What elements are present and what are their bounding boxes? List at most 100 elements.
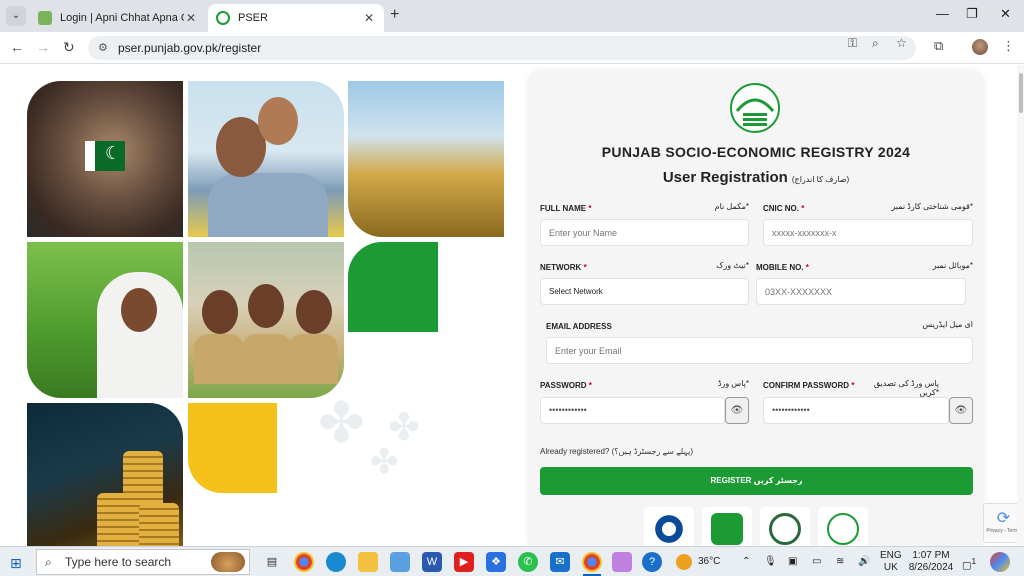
page-title: PUNJAB SOCIO-ECONOMIC REGISTRY 2024 (601, 144, 911, 160)
dropbox-icon[interactable]: ❖ (486, 552, 506, 572)
weather-temp[interactable]: 36°C (698, 556, 720, 567)
form-subtitle: User Registration (صارف کا اندراج) (529, 169, 983, 186)
close-tab-icon[interactable]: ✕ (184, 11, 198, 25)
wifi-icon[interactable]: ≋ (836, 556, 844, 567)
notification-icon[interactable]: ▢1 (962, 556, 976, 571)
extensions-icon[interactable]: ⧉ (934, 38, 943, 54)
flower-decor-icon: ✤ (318, 391, 365, 454)
windows-start-icon[interactable]: ⊞ (10, 555, 22, 572)
search-highlight-dog-icon (211, 552, 245, 572)
clock-date: 8/26/2024 (908, 562, 954, 573)
youtube-icon[interactable]: ▶ (454, 552, 474, 572)
flower-decor-icon: ✤ (370, 443, 399, 481)
partner-logo-3 (760, 507, 810, 546)
mic-icon[interactable]: 🎙 (764, 556, 777, 567)
weather-icon[interactable] (676, 554, 692, 570)
partner-logo-1 (644, 507, 694, 546)
battery-icon[interactable]: ▭ (812, 556, 821, 567)
green-decor-tile (348, 242, 438, 332)
email-urdu-label: ای میل ایڈریس (922, 320, 973, 329)
forward-icon[interactable]: → (36, 39, 50, 55)
minimize-icon[interactable]: — (936, 6, 949, 21)
cnic-label: CNIC NO. * (763, 204, 805, 213)
tab-search-menu-button[interactable]: ⌄ (6, 6, 26, 26)
show-password-eye-icon[interactable]: 👁 (725, 397, 749, 424)
help-icon[interactable]: ? (642, 552, 662, 572)
paint-icon[interactable] (612, 552, 632, 572)
chrome-icon[interactable] (294, 552, 314, 572)
zoom-icon[interactable]: ⌕ (872, 36, 879, 51)
wheat-field-image (348, 81, 504, 237)
confirm-password-label: CONFIRM PASSWORD * (763, 381, 855, 390)
word-icon[interactable]: W (422, 552, 442, 572)
back-icon[interactable]: ← (10, 39, 24, 55)
reload-icon[interactable]: ↻ (63, 39, 75, 56)
already-registered-link[interactable]: Already registered? (پہلے سے رجسٹرڈ ہیں؟… (540, 447, 693, 456)
system-clock[interactable]: 1:07 PM 8/26/2024 (906, 550, 956, 574)
taskbar-search-input[interactable]: ⌕ Type here to search (36, 549, 250, 575)
clock-time: 1:07 PM (912, 550, 950, 561)
restore-icon[interactable]: ❐ (966, 6, 978, 22)
required-asterisk: * (801, 204, 805, 213)
windows-taskbar: ⊞ ⌕ Type here to search ▤ W ▶ ❖ ✆ ✉ ? 36… (0, 546, 1024, 576)
page-content: ✤ ✤ ✤ PUNJAB SOCIO-ECONOMIC REGISTRY 202… (0, 65, 1024, 546)
menu-kebab-icon[interactable]: ⋮ (1002, 38, 1015, 54)
confirm-password-input[interactable]: •••••••••••• (763, 397, 949, 424)
form-subtitle-urdu: (صارف کا اندراج) (791, 175, 850, 184)
pakistan-flag-graphic (85, 141, 125, 171)
edge-icon[interactable] (326, 552, 346, 572)
search-icon: ⌕ (45, 555, 52, 569)
coins-finance-image (27, 403, 183, 546)
bookmark-star-icon[interactable]: ☆ (896, 36, 907, 50)
partner-logo-bureau-statistics (818, 507, 868, 546)
browser-tab-bar: ⌄ Login | Apni Chhat Apna Ghar ✕ PSER ✕ … (0, 0, 1024, 32)
woman-farmer-image (27, 242, 183, 398)
cnic-input[interactable] (763, 219, 973, 246)
tab-title: Login | Apni Chhat Apna Ghar (60, 12, 184, 24)
volume-icon[interactable]: 🔊 (858, 556, 870, 567)
close-window-icon[interactable]: ✕ (1000, 6, 1011, 22)
full-name-input[interactable] (540, 219, 749, 246)
language-indicator[interactable]: ENG UK (880, 550, 902, 574)
site-settings-icon[interactable]: ⚙ (98, 36, 108, 60)
mobile-input[interactable] (756, 278, 966, 305)
register-button[interactable]: REGISTER رجسٹر کریں (540, 467, 973, 495)
new-tab-icon[interactable]: + (390, 6, 399, 24)
show-hidden-icons-icon[interactable]: ⌃ (742, 556, 750, 567)
file-explorer-icon[interactable] (358, 552, 378, 572)
yellow-decor-tile (188, 403, 277, 493)
app-icon[interactable] (390, 552, 410, 572)
copilot-icon[interactable] (990, 552, 1010, 572)
scrollbar-thumb[interactable] (1019, 73, 1023, 113)
partner-logo-pitb (702, 507, 752, 546)
url-input[interactable]: ⚙ pser.punjab.gov.pk/register (88, 36, 916, 60)
full-name-label: FULL NAME * (540, 204, 592, 213)
close-tab-icon[interactable]: ✕ (362, 11, 376, 25)
password-input[interactable]: •••••••••••• (540, 397, 725, 424)
tab-pser[interactable]: PSER ✕ (208, 4, 384, 32)
network-select[interactable]: Select Network (540, 278, 749, 305)
tab-apni-chhat[interactable]: Login | Apni Chhat Apna Ghar ✕ (30, 4, 206, 32)
show-confirm-password-eye-icon[interactable]: 👁 (949, 397, 973, 424)
tray-app-icon[interactable]: ▣ (788, 556, 797, 567)
page-scrollbar[interactable] (1017, 65, 1024, 546)
schoolgirls-image (188, 242, 344, 398)
mail-icon[interactable]: ✉ (550, 552, 570, 572)
network-urdu-label: نیٹ ورک* (716, 261, 749, 270)
password-key-icon[interactable]: ⚿ (848, 36, 857, 51)
chrome-active-icon[interactable] (582, 552, 602, 572)
mobile-urdu-label: موبائل نمبر* (932, 261, 973, 270)
punjab-government-logo (730, 83, 780, 133)
network-label: NETWORK * (540, 263, 587, 272)
email-input[interactable] (546, 337, 973, 364)
address-toolbar: ← → ↻ ⚙ pser.punjab.gov.pk/register ⚿ ⌕ … (0, 32, 1024, 64)
url-text: pser.punjab.gov.pk/register (118, 41, 262, 55)
required-asterisk: * (583, 263, 587, 272)
email-label: EMAIL ADDRESS (546, 322, 612, 331)
full-name-urdu-label: مکمل نام* (714, 202, 749, 211)
profile-avatar[interactable] (972, 39, 988, 55)
whatsapp-icon[interactable]: ✆ (518, 552, 538, 572)
pakistan-coin-image (27, 81, 183, 237)
search-placeholder: Type here to search (65, 555, 172, 569)
task-view-icon[interactable]: ▤ (262, 552, 282, 572)
